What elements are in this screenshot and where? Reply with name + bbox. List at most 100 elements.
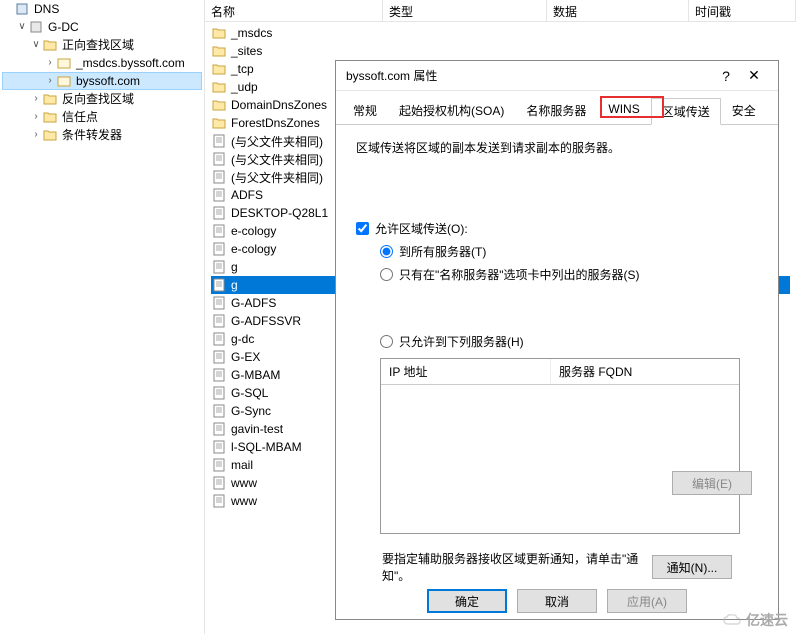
tree-reverse-zones[interactable]: › 反向查找区域	[2, 90, 202, 108]
folder-icon	[42, 38, 58, 52]
col-timestamp[interactable]: 时间戳	[689, 0, 796, 21]
expand-icon[interactable]: ›	[44, 72, 56, 90]
highlight-allow-transfer	[356, 176, 506, 220]
tree-label: 正向查找区域	[62, 36, 200, 54]
record-icon	[211, 296, 227, 310]
dialog-footer: 确定 取消 应用(A)	[336, 589, 778, 613]
radio-all-servers[interactable]	[380, 245, 393, 258]
folder-icon	[211, 44, 227, 58]
record-icon	[211, 404, 227, 418]
record-icon	[211, 422, 227, 436]
list-item-label: DomainDnsZones	[231, 98, 327, 112]
edit-button[interactable]: 编辑(E)	[672, 471, 752, 495]
radio-all-servers-row[interactable]: 到所有服务器(T)	[380, 243, 758, 260]
list-item-label: G-SQL	[231, 386, 268, 400]
dialog-titlebar[interactable]: byssoft.com 属性 ? ✕	[336, 61, 778, 91]
expand-icon[interactable]: ›	[30, 108, 42, 126]
tree-forward-zones[interactable]: ∨ 正向查找区域	[2, 36, 202, 54]
list-item-label: _udp	[231, 80, 258, 94]
record-icon	[211, 476, 227, 490]
record-icon	[211, 152, 227, 166]
folder-icon	[211, 80, 227, 94]
tree-label: byssoft.com	[76, 72, 200, 90]
list-item-label: www	[231, 494, 257, 508]
folder-icon	[42, 110, 58, 124]
ok-button[interactable]: 确定	[427, 589, 507, 613]
record-icon	[211, 332, 227, 346]
tab-soa[interactable]: 起始授权机构(SOA)	[388, 97, 515, 124]
dialog-tabs: 常规起始授权机构(SOA)名称服务器WINS区域传送安全	[336, 91, 778, 125]
tree-trust-points[interactable]: › 信任点	[2, 108, 202, 126]
list-item-label: _msdcs	[231, 26, 272, 40]
list-item-label: _tcp	[231, 62, 254, 76]
allowed-servers-header: IP 地址 服务器 FQDN	[381, 359, 739, 385]
radio-only-following-row[interactable]: 只允许到下列服务器(H)	[380, 333, 758, 350]
col-name[interactable]: 名称	[205, 0, 383, 21]
transfer-target-radios: 到所有服务器(T) 只有在"名称服务器"选项卡中列出的服务器(S) 只允许到下列…	[356, 243, 758, 350]
notify-button[interactable]: 通知(N)...	[652, 555, 732, 579]
close-icon[interactable]: ✕	[740, 67, 768, 84]
list-item-label: www	[231, 476, 257, 490]
tab-general[interactable]: 常规	[342, 97, 388, 124]
tree-label: 反向查找区域	[62, 90, 200, 108]
list-item-label: g	[231, 260, 238, 274]
tree-label: G-DC	[48, 18, 200, 36]
record-icon	[211, 386, 227, 400]
tree-conditional-forwarders[interactable]: › 条件转发器	[2, 126, 202, 144]
record-icon	[211, 350, 227, 364]
tree-node-gdc[interactable]: ∨ G-DC	[2, 18, 202, 36]
list-item-label: G-EX	[231, 350, 260, 364]
tab-nameservers[interactable]: 名称服务器	[515, 97, 597, 124]
tree-zone-byssoft[interactable]: › byssoft.com	[2, 72, 202, 90]
radio-name-servers-row[interactable]: 只有在"名称服务器"选项卡中列出的服务器(S)	[380, 266, 758, 283]
expand-icon[interactable]: ›	[30, 126, 42, 144]
tree-label: 条件转发器	[62, 126, 200, 144]
list-item[interactable]: _msdcs	[211, 24, 790, 42]
dialog-title: byssoft.com 属性	[346, 67, 712, 84]
watermark: 亿速云	[722, 610, 788, 630]
radio-only-following[interactable]	[380, 335, 393, 348]
tree-root-dns[interactable]: DNS	[2, 0, 202, 18]
allowed-servers-table[interactable]: IP 地址 服务器 FQDN	[380, 358, 740, 534]
folder-icon	[211, 26, 227, 40]
list-item[interactable]: _sites	[211, 42, 790, 60]
folder-icon	[211, 116, 227, 130]
record-icon	[211, 188, 227, 202]
col-type[interactable]: 类型	[383, 0, 547, 21]
allow-zone-transfer-checkbox[interactable]	[356, 222, 369, 235]
collapse-icon[interactable]: ∨	[16, 18, 28, 36]
server-icon	[28, 20, 44, 34]
list-item-label: (与父文件夹相同)	[231, 133, 323, 150]
expand-icon[interactable]: ›	[30, 90, 42, 108]
zone-properties-dialog: byssoft.com 属性 ? ✕ 常规起始授权机构(SOA)名称服务器WIN…	[335, 60, 779, 620]
list-item-label: DESKTOP-Q28L1	[231, 206, 328, 220]
allow-zone-transfer-row[interactable]: 允许区域传送(O):	[356, 220, 758, 237]
record-icon	[211, 224, 227, 238]
tab-security[interactable]: 安全	[721, 97, 767, 124]
record-icon	[211, 494, 227, 508]
list-item-label: g-dc	[231, 332, 254, 346]
list-item-label: (与父文件夹相同)	[231, 169, 323, 186]
list-item-label: l-SQL-MBAM	[231, 440, 302, 454]
record-icon	[211, 440, 227, 454]
expand-icon[interactable]: ›	[44, 54, 56, 72]
tree-zone-msdcs[interactable]: › _msdcs.byssoft.com	[2, 54, 202, 72]
record-icon	[211, 278, 227, 292]
apply-button[interactable]: 应用(A)	[607, 589, 687, 613]
notify-row: 要指定辅助服务器接收区域更新通知，请单击"通知"。 通知(N)...	[356, 550, 758, 584]
list-item-label: G-MBAM	[231, 368, 280, 382]
record-icon	[211, 170, 227, 184]
cancel-button[interactable]: 取消	[517, 589, 597, 613]
collapse-icon[interactable]: ∨	[30, 36, 42, 54]
ip-address-col: IP 地址	[381, 359, 551, 384]
help-icon[interactable]: ?	[712, 68, 740, 84]
record-icon	[211, 458, 227, 472]
folder-icon	[42, 92, 58, 106]
col-data[interactable]: 数据	[547, 0, 689, 21]
record-icon	[211, 314, 227, 328]
fqdn-col: 服务器 FQDN	[551, 359, 739, 384]
list-item-label: e-cology	[231, 224, 276, 238]
zone-transfer-description: 区域传送将区域的副本发送到请求副本的服务器。	[356, 139, 758, 158]
record-icon	[211, 134, 227, 148]
radio-name-servers[interactable]	[380, 268, 393, 281]
